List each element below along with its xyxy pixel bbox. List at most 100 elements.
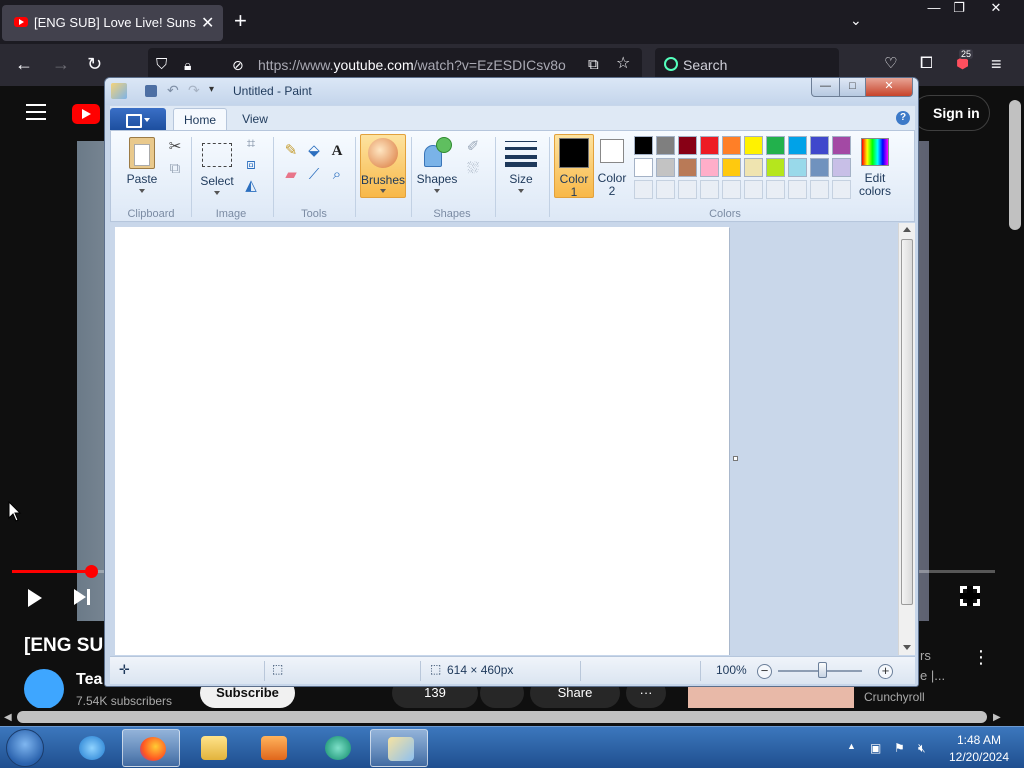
play-icon[interactable] xyxy=(28,589,42,607)
select-button[interactable]: Select xyxy=(195,135,239,195)
forward-arrow-icon[interactable]: → xyxy=(52,54,70,74)
palette-swatch[interactable] xyxy=(678,158,697,177)
url-text[interactable]: https://www.youtube.com/watch?v=EzESDICs… xyxy=(258,57,566,73)
palette-swatch[interactable] xyxy=(788,158,807,177)
video-scrubber-handle[interactable] xyxy=(85,565,98,578)
paint-file-menu-button[interactable] xyxy=(110,108,166,130)
paint-title-bar[interactable]: ↶ ↷ ▾ Untitled - Paint — □ ✕ xyxy=(105,78,918,105)
resize-icon[interactable]: ⧈ xyxy=(241,155,261,175)
rotate-icon[interactable]: ◭ xyxy=(241,176,261,196)
outline-icon[interactable]: ✐ xyxy=(463,137,483,157)
page-vertical-scrollbar[interactable] xyxy=(1006,86,1024,726)
palette-swatch[interactable] xyxy=(656,158,675,177)
palette-custom-slot[interactable] xyxy=(810,180,829,199)
palette-custom-slot[interactable] xyxy=(788,180,807,199)
taskbar-paint[interactable] xyxy=(370,729,428,767)
tab-view[interactable]: View xyxy=(232,108,278,130)
youtube-logo-icon[interactable] xyxy=(72,104,100,124)
canvas-vertical-scrollbar[interactable] xyxy=(898,223,915,655)
scroll-right-arrow-icon[interactable]: ▶ xyxy=(993,712,1001,723)
paint-app-icon[interactable] xyxy=(111,83,127,99)
tab-home[interactable]: Home xyxy=(173,108,227,130)
lock-icon[interactable]: 🔒︎ xyxy=(184,55,191,75)
browser-tab-youtube[interactable]: [ENG SUB] Love Live! Sunshine!! ✕ xyxy=(2,5,223,41)
action-center-flag-icon[interactable]: ⚑ xyxy=(894,741,905,755)
more-vert-icon[interactable]: ⋮ xyxy=(972,647,990,668)
palette-swatch[interactable] xyxy=(722,136,741,155)
palette-swatch[interactable] xyxy=(832,158,851,177)
scroll-left-arrow-icon[interactable]: ◀ xyxy=(4,712,12,723)
taskbar-media-player[interactable] xyxy=(244,729,302,767)
show-hidden-icons-icon[interactable]: ▲ xyxy=(847,741,856,751)
new-tab-button[interactable]: + xyxy=(234,9,247,33)
palette-custom-slot[interactable] xyxy=(766,180,785,199)
palette-swatch[interactable] xyxy=(634,136,653,155)
browser-close-button[interactable]: ✕ xyxy=(976,0,1016,18)
permissions-blocked-icon[interactable]: ⊘ xyxy=(232,55,244,75)
clock-date[interactable]: 12/20/2024 xyxy=(942,750,1016,764)
paste-button[interactable]: Paste xyxy=(117,135,167,193)
canvas-vertical-scroll-thumb[interactable] xyxy=(901,239,913,605)
quick-redo-icon[interactable]: ↷ xyxy=(188,82,204,98)
taskbar-firefox[interactable] xyxy=(122,729,180,767)
palette-swatch[interactable] xyxy=(722,158,741,177)
palette-swatch[interactable] xyxy=(634,158,653,177)
pocket-icon[interactable]: ♡ xyxy=(884,54,897,74)
fill-icon[interactable]: ⬙ xyxy=(304,141,324,161)
palette-custom-slot[interactable] xyxy=(678,180,697,199)
youtube-menu-icon[interactable] xyxy=(26,104,46,125)
palette-swatch[interactable] xyxy=(766,136,785,155)
palette-custom-slot[interactable] xyxy=(656,180,675,199)
volume-muted-icon[interactable]: 🔇︎ xyxy=(918,741,926,756)
zoom-in-button[interactable]: + xyxy=(878,664,893,679)
channel-avatar[interactable] xyxy=(24,669,64,709)
menu-hamburger-icon[interactable]: ≡ xyxy=(991,54,1002,74)
copy-icon[interactable]: ⧉ xyxy=(165,159,185,179)
brushes-button[interactable]: Brushes xyxy=(360,134,406,198)
palette-swatch[interactable] xyxy=(810,136,829,155)
quick-save-icon[interactable] xyxy=(145,85,157,97)
page-horizontal-scroll-thumb[interactable] xyxy=(17,711,987,723)
next-video-icon[interactable] xyxy=(74,589,90,605)
paint-close-button[interactable]: ✕ xyxy=(865,78,913,97)
size-button[interactable]: Size xyxy=(499,135,543,193)
paint-minimize-button[interactable]: — xyxy=(811,78,840,97)
reload-icon[interactable]: ↻ xyxy=(87,54,102,74)
shapes-button[interactable]: Shapes xyxy=(415,135,459,193)
palette-swatch[interactable] xyxy=(810,158,829,177)
palette-custom-slot[interactable] xyxy=(832,180,851,199)
canvas-resize-handle[interactable] xyxy=(733,456,738,461)
palette-swatch[interactable] xyxy=(678,136,697,155)
browser-maximize-button[interactable]: ❐ xyxy=(948,0,970,18)
palette-swatch[interactable] xyxy=(744,158,763,177)
tracking-shield-icon[interactable]: ⛉ xyxy=(156,55,167,75)
network-icon[interactable]: ▣ xyxy=(870,741,881,755)
channel-name[interactable]: Tea xyxy=(76,671,102,689)
palette-swatch[interactable] xyxy=(788,136,807,155)
text-icon[interactable]: A xyxy=(327,141,347,161)
taskbar-app[interactable] xyxy=(308,729,366,767)
pencil-icon[interactable]: ✎ xyxy=(281,141,301,161)
page-vertical-scroll-thumb[interactable] xyxy=(1009,100,1021,230)
sign-in-button[interactable]: Sign in xyxy=(912,95,990,131)
paint-maximize-button[interactable]: □ xyxy=(839,78,866,97)
palette-swatch[interactable] xyxy=(832,136,851,155)
palette-swatch[interactable] xyxy=(766,158,785,177)
taskbar-internet-explorer[interactable] xyxy=(62,729,120,767)
list-all-tabs-icon[interactable]: ⌄ xyxy=(850,12,862,29)
quick-access-customize-icon[interactable]: ▾ xyxy=(209,84,225,100)
palette-custom-slot[interactable] xyxy=(634,180,653,199)
fullscreen-icon[interactable] xyxy=(960,586,980,606)
zoom-out-button[interactable]: − xyxy=(757,664,772,679)
crop-icon[interactable]: ⌗ xyxy=(241,134,261,154)
palette-swatch[interactable] xyxy=(700,158,719,177)
eraser-icon[interactable]: ▰ xyxy=(281,165,301,185)
bookmark-star-icon[interactable]: ☆ xyxy=(616,54,630,74)
clock-time[interactable]: 1:48 AM xyxy=(947,733,1011,747)
help-icon[interactable]: ? xyxy=(896,111,910,125)
tab-close-icon[interactable]: ✕ xyxy=(201,13,214,33)
palette-custom-slot[interactable] xyxy=(722,180,741,199)
cut-icon[interactable]: ✂ xyxy=(165,137,185,157)
palette-custom-slot[interactable] xyxy=(700,180,719,199)
taskbar-file-explorer[interactable] xyxy=(184,729,242,767)
